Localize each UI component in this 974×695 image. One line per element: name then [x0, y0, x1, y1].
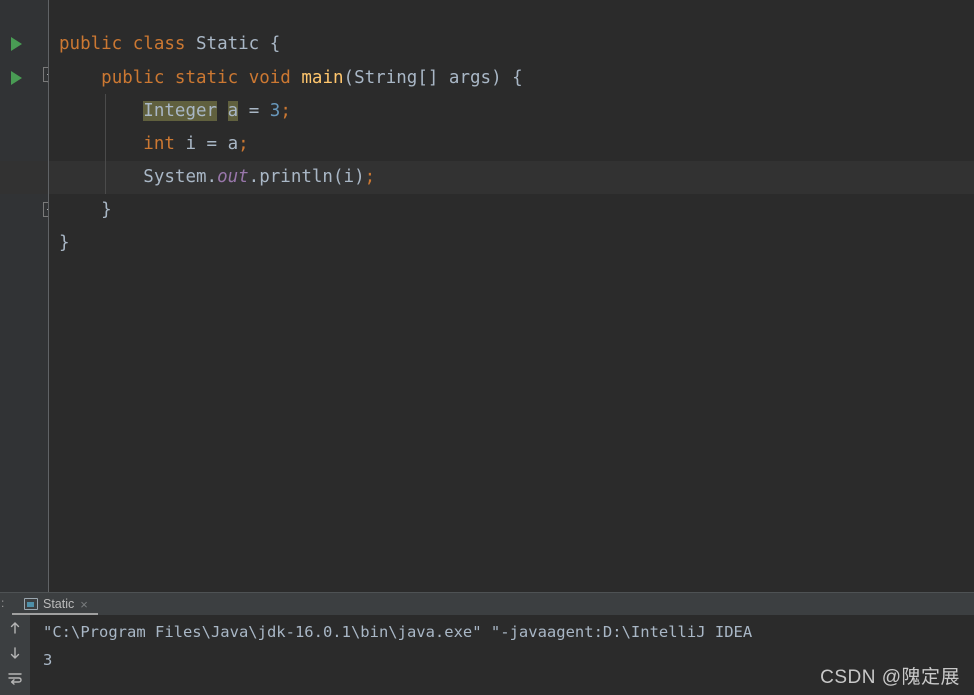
console-tabbar[interactable]: : Static ×: [0, 593, 974, 616]
code-line-5[interactable]: System.out.println(i);: [59, 161, 375, 194]
code-line-1[interactable]: public class Static {: [59, 28, 280, 61]
code-token: i: [343, 167, 355, 187]
console-output-line-command: "C:\Program Files\Java\jdk-16.0.1\bin\ja…: [43, 623, 762, 641]
up-stack-trace-icon[interactable]: [0, 615, 30, 640]
code-token: String: [354, 68, 418, 88]
code-token: main: [301, 68, 344, 88]
run-class-icon[interactable]: [11, 37, 22, 51]
tabbar-prefix-label: :: [1, 596, 5, 610]
code-token: =: [196, 134, 228, 154]
console-tab-static[interactable]: Static ×: [24, 593, 88, 615]
code-token: args: [448, 68, 492, 88]
code-line-2[interactable]: public static void main(String[] args) {: [59, 62, 523, 95]
console-window-icon: [24, 598, 38, 610]
code-token: ) {: [491, 68, 523, 88]
code-editor[interactable]: public class Static { public static void…: [0, 0, 974, 592]
code-token: void: [248, 68, 291, 88]
console-toolbar[interactable]: [0, 615, 30, 695]
code-token: int: [143, 134, 175, 154]
code-line-7[interactable]: }: [59, 227, 70, 260]
code-token: println: [259, 167, 333, 187]
code-token: out: [217, 167, 249, 187]
code-token: =: [238, 101, 270, 121]
code-line-6[interactable]: }: [59, 194, 112, 227]
code-token: ;: [280, 101, 291, 121]
code-token: (: [343, 68, 355, 88]
code-token: a: [227, 134, 239, 154]
close-icon[interactable]: ×: [80, 598, 88, 611]
editor-gutter[interactable]: [0, 0, 48, 592]
code-token: ;: [364, 167, 376, 187]
code-token: i: [185, 134, 196, 154]
ide-window: public class Static { public static void…: [0, 0, 974, 695]
gutter-separator: [48, 0, 49, 592]
console-output-line-result: 3: [43, 651, 53, 669]
code-token: System: [143, 167, 207, 187]
code-token: []: [417, 68, 449, 88]
code-token: }: [59, 233, 70, 253]
code-line-4[interactable]: int i = a;: [59, 128, 249, 161]
code-token: static: [174, 68, 239, 88]
code-token: ;: [238, 134, 249, 154]
soft-wrap-icon[interactable]: [0, 665, 30, 690]
code-area[interactable]: public class Static { public static void…: [0, 0, 974, 592]
code-token: .: [206, 167, 218, 187]
code-token: public: [101, 68, 165, 88]
code-token: 3: [269, 101, 281, 121]
code-token: ): [354, 167, 365, 187]
code-token: .: [248, 167, 260, 187]
code-line-3[interactable]: Integer a = 3;: [59, 95, 291, 128]
code-token: {: [259, 34, 281, 54]
console-tab-label: Static: [43, 597, 75, 611]
code-token: class: [132, 34, 186, 54]
watermark-label: CSDN @隗定展: [820, 667, 960, 688]
down-stack-trace-icon[interactable]: [0, 640, 30, 665]
code-token: Integer: [143, 101, 218, 121]
code-token: public: [59, 34, 123, 54]
code-token: }: [101, 200, 112, 220]
code-token: a: [227, 101, 239, 121]
code-token: (: [332, 167, 344, 187]
run-main-method-icon[interactable]: [11, 71, 22, 85]
code-token: Static: [196, 34, 260, 54]
